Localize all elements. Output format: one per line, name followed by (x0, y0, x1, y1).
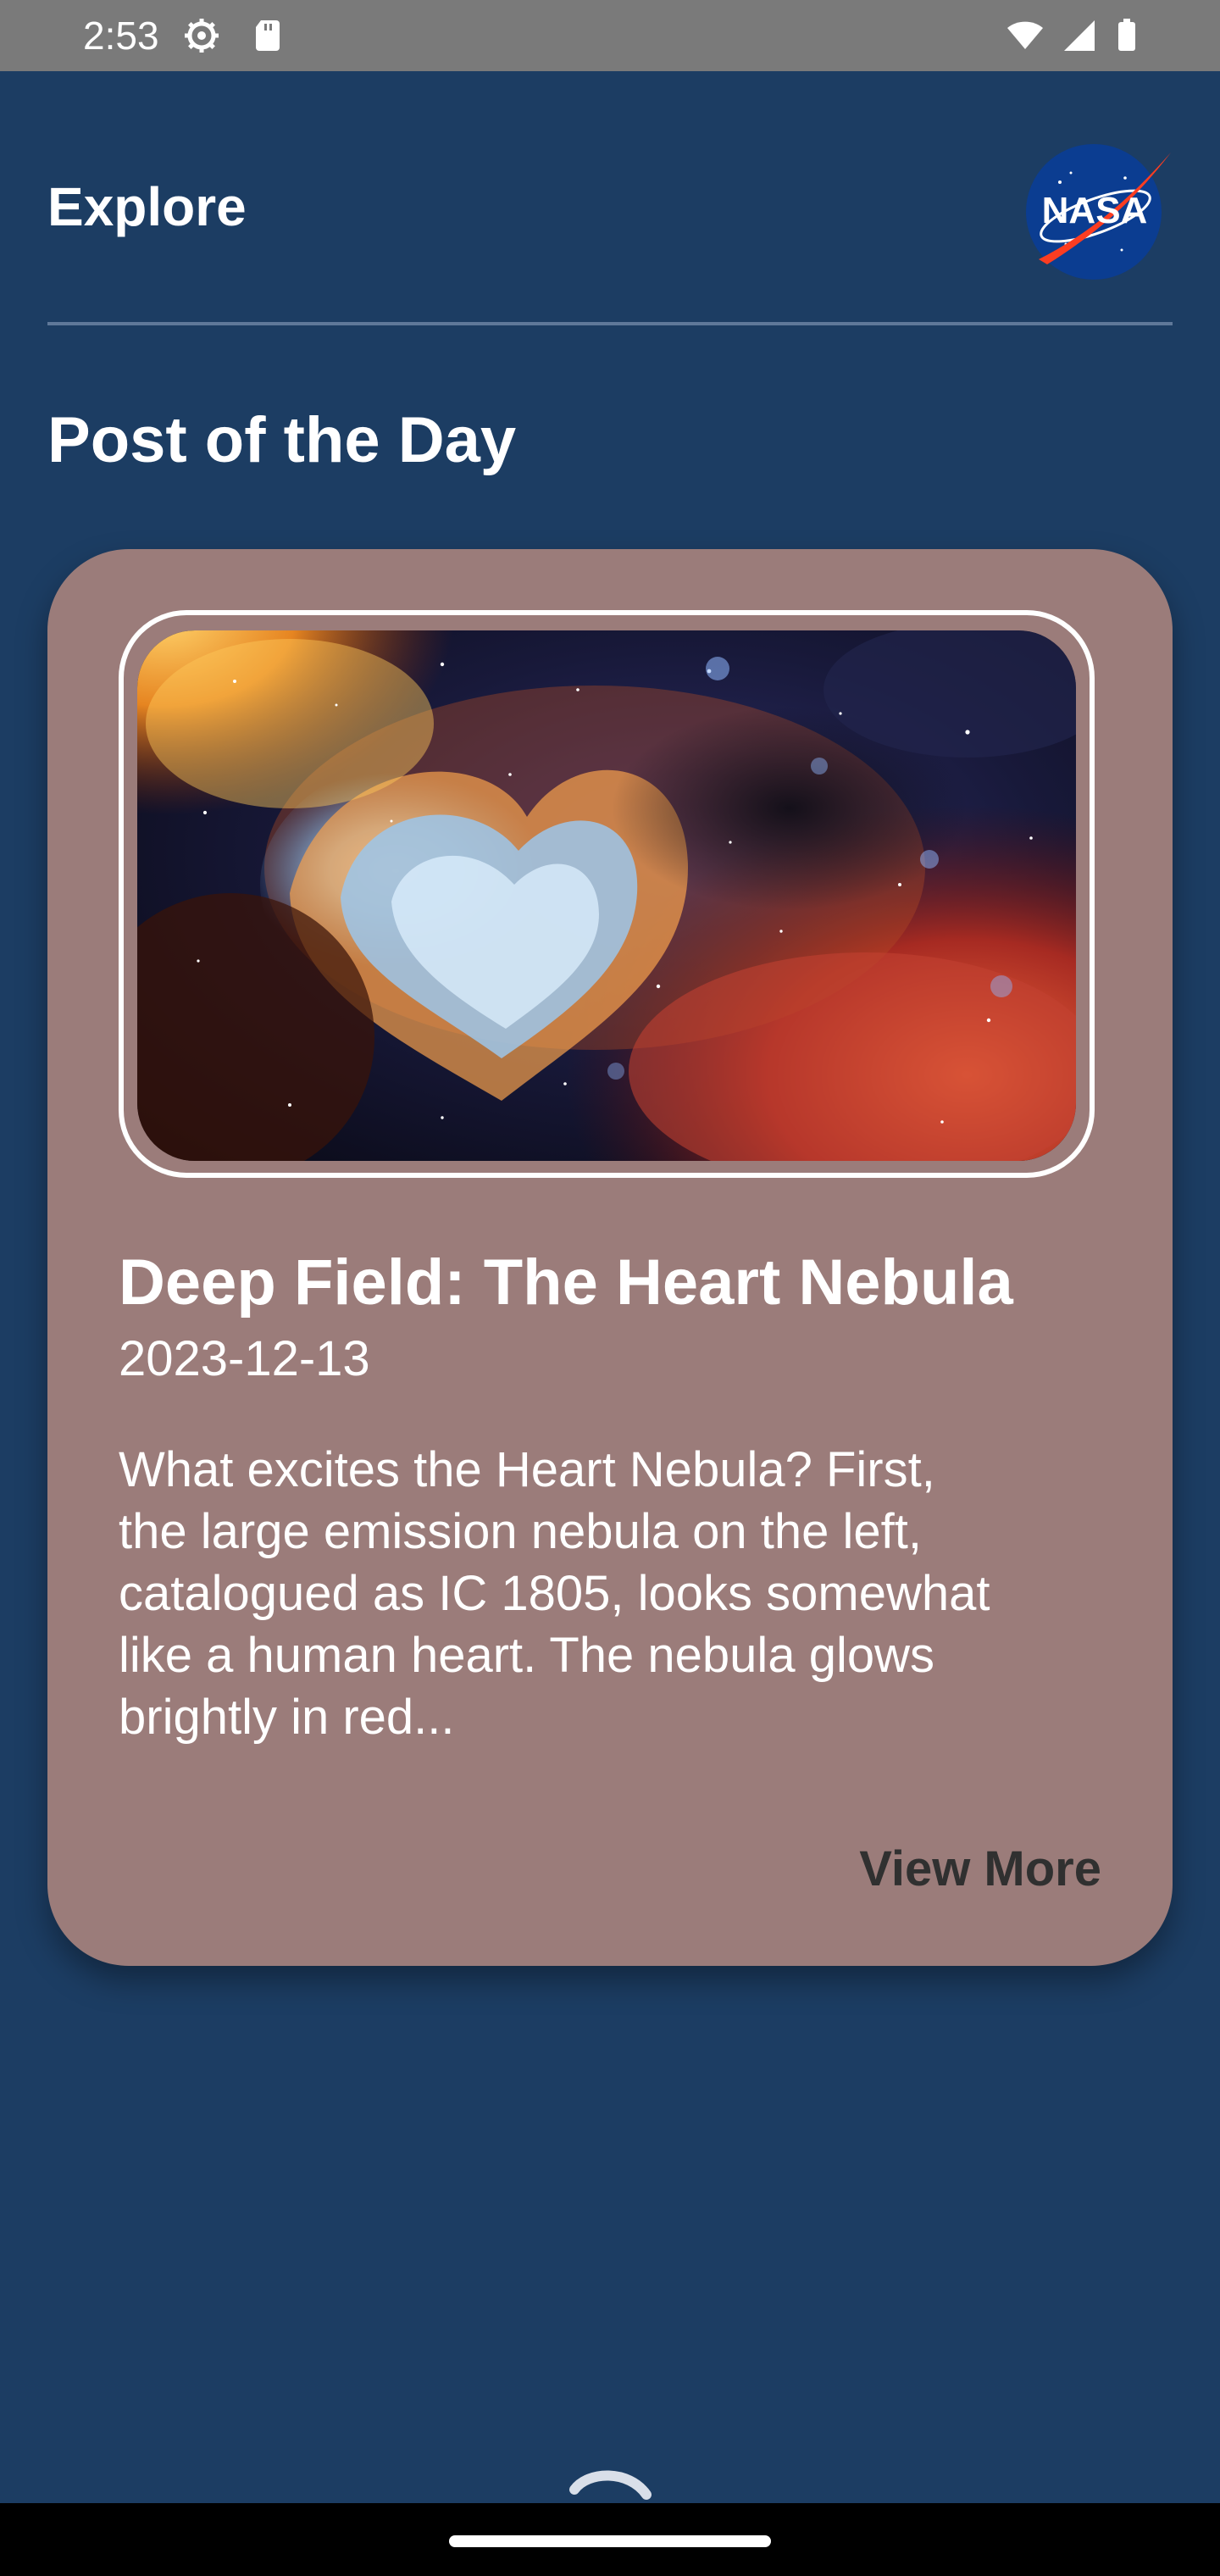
home-indicator[interactable] (449, 2535, 771, 2547)
view-more-button[interactable]: View More (859, 1839, 1101, 1900)
settings-gear-icon (185, 19, 219, 53)
section-title: Post of the Day (47, 404, 517, 476)
status-bar: 2:53 (0, 0, 1220, 71)
post-excerpt: What excites the Heart Nebula? First, th… (119, 1442, 990, 1745)
battery-icon (1118, 19, 1135, 51)
page-title: Explore (47, 176, 247, 237)
status-time: 2:53 (83, 14, 159, 58)
cell-signal-icon (1064, 20, 1095, 51)
wifi-icon (1007, 21, 1043, 50)
post-date: 2023-12-13 (119, 1331, 370, 1386)
sd-card-icon (256, 20, 280, 51)
header-divider (47, 322, 1173, 325)
post-image[interactable] (137, 630, 1076, 1161)
nasa-logo-text: NASA (1042, 190, 1148, 231)
post-card[interactable]: Deep Field: The Heart Nebula 2023-12-13 … (47, 549, 1173, 1966)
post-title: Deep Field: The Heart Nebula (119, 1246, 1013, 1319)
heart-nebula-image (137, 630, 1076, 1161)
nasa-logo[interactable]: NASA (1022, 136, 1174, 288)
